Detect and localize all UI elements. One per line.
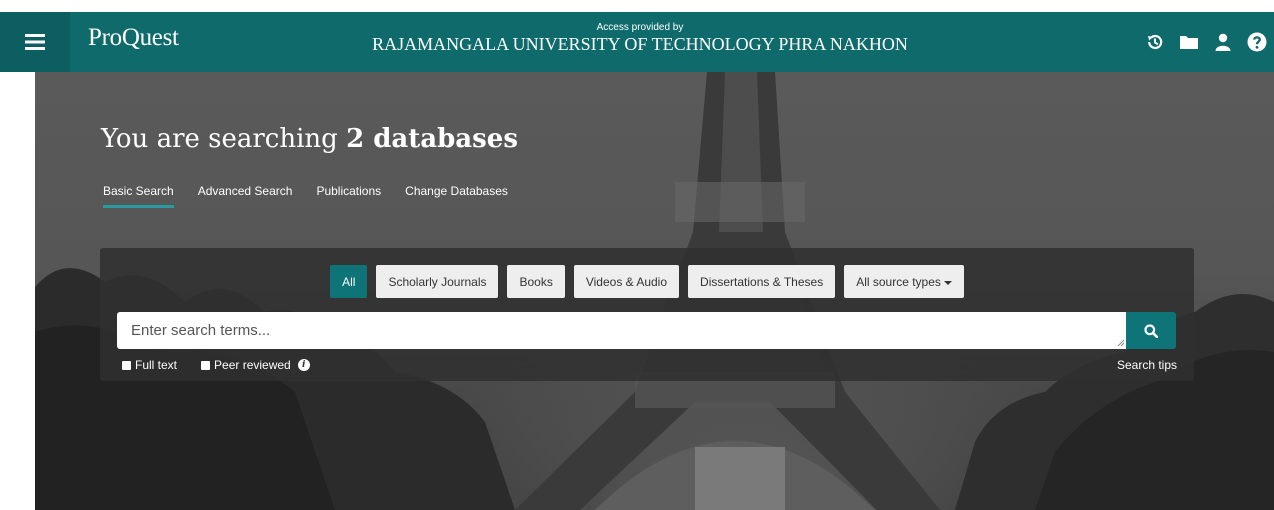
- search-bar: [117, 312, 1176, 349]
- source-type-dissertations-theses[interactable]: Dissertations & Theses: [688, 265, 836, 298]
- header-icons: [1138, 12, 1274, 72]
- menu-button[interactable]: [0, 12, 70, 72]
- full-text-checkbox[interactable]: [122, 360, 131, 370]
- resize-handle-icon[interactable]: [1117, 339, 1124, 346]
- source-type-videos-audio[interactable]: Videos & Audio: [573, 265, 680, 298]
- peer-reviewed-label: Peer reviewed: [214, 358, 291, 372]
- search-button[interactable]: [1126, 312, 1176, 349]
- tab-publications[interactable]: Publications: [316, 184, 381, 208]
- hero-section: You are searching 2 databases Basic Sear…: [35, 72, 1274, 510]
- full-text-label: Full text: [135, 358, 178, 372]
- account-button[interactable]: [1206, 12, 1240, 72]
- peer-reviewed-option[interactable]: Peer reviewed i: [201, 358, 310, 372]
- search-panel: All Scholarly Journals Books Videos & Au…: [100, 248, 1194, 381]
- my-research-button[interactable]: [1172, 12, 1206, 72]
- menu-icon: [25, 34, 45, 50]
- access-label: Access provided by: [596, 22, 684, 33]
- history-icon: [1148, 34, 1163, 50]
- help-button[interactable]: [1240, 12, 1274, 72]
- caret-down-icon: [943, 280, 952, 285]
- all-source-types-label: All source types: [856, 274, 941, 289]
- recent-searches-button[interactable]: [1138, 12, 1172, 72]
- user-icon: [1215, 33, 1231, 51]
- tab-advanced-search[interactable]: Advanced Search: [198, 184, 293, 208]
- institution-name: RAJAMANGALA UNIVERSITY OF TECHNOLOGY PHR…: [372, 34, 908, 54]
- search-icon: [1144, 323, 1158, 338]
- search-tips-link[interactable]: Search tips: [1117, 358, 1177, 372]
- top-navigation-bar: ProQuest Access provided by RAJAMANGALA …: [0, 12, 1274, 72]
- search-options: Full text Peer reviewed i: [122, 358, 310, 372]
- info-icon[interactable]: i: [297, 359, 310, 371]
- source-type-all[interactable]: All: [330, 265, 368, 298]
- tab-change-databases[interactable]: Change Databases: [405, 184, 508, 208]
- search-input[interactable]: [117, 312, 1126, 349]
- access-provider: Access provided by RAJAMANGALA UNIVERSIT…: [360, 22, 920, 55]
- title-prefix: You are searching: [101, 124, 347, 154]
- search-mode-tabs: Basic Search Advanced Search Publication…: [103, 184, 508, 208]
- full-text-option[interactable]: Full text: [122, 358, 177, 372]
- source-type-filters: All Scholarly Journals Books Videos & Au…: [100, 265, 1194, 298]
- all-source-types-dropdown[interactable]: All source types: [844, 265, 964, 298]
- database-count: 2 databases: [346, 124, 518, 154]
- folder-icon: [1180, 36, 1198, 49]
- tab-basic-search[interactable]: Basic Search: [103, 184, 174, 208]
- peer-reviewed-checkbox[interactable]: [201, 360, 211, 370]
- source-type-scholarly-journals[interactable]: Scholarly Journals: [376, 265, 499, 298]
- page-title: You are searching 2 databases: [101, 124, 518, 154]
- proquest-logo[interactable]: ProQuest: [88, 24, 179, 52]
- source-type-books[interactable]: Books: [507, 265, 565, 298]
- help-icon: [1247, 32, 1267, 52]
